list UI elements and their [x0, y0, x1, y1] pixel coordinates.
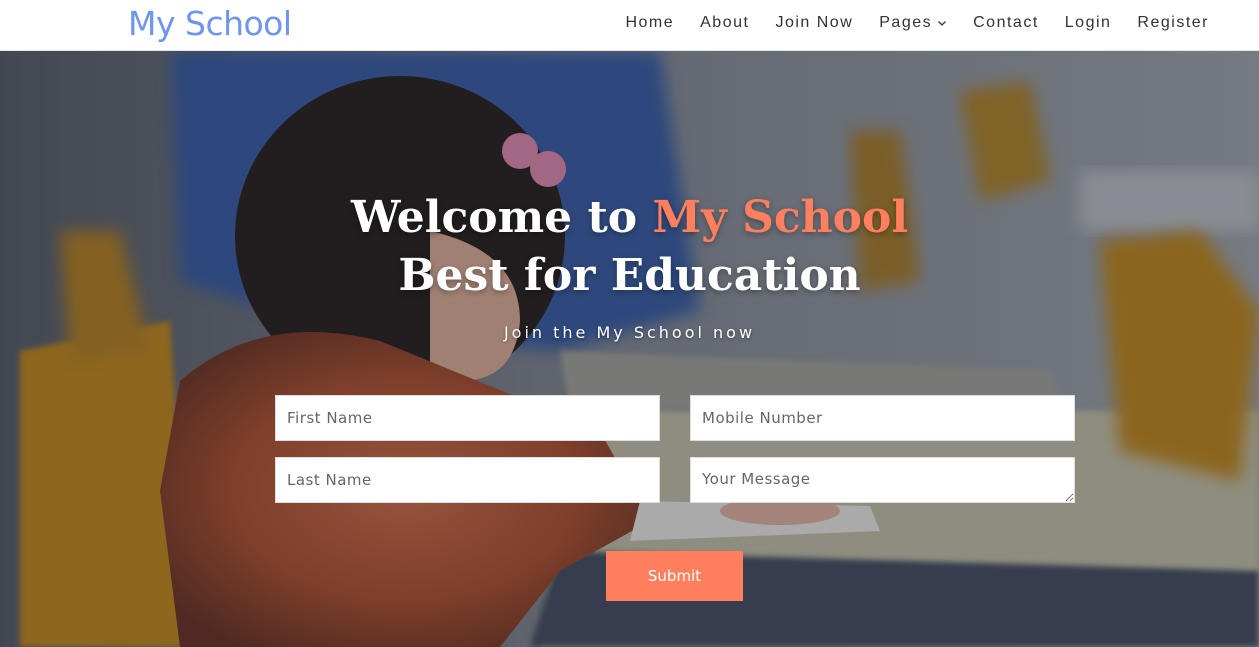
- nav-login[interactable]: Login: [1065, 14, 1112, 32]
- hero-headline: Welcome to My School Best for Education: [0, 189, 1259, 305]
- submit-button[interactable]: Submit: [606, 551, 743, 601]
- nav-about[interactable]: About: [700, 14, 749, 32]
- nav-contact[interactable]: Contact: [973, 14, 1039, 32]
- first-name-input[interactable]: [275, 395, 660, 441]
- headline-prefix: Welcome to: [350, 192, 653, 243]
- nav-pages-label: Pages: [879, 14, 933, 31]
- last-name-input[interactable]: [275, 457, 660, 503]
- nav-home[interactable]: Home: [625, 14, 674, 32]
- main-nav: Home About Join Now Pages Contact Login …: [599, 0, 1209, 46]
- hero-subtitle: Join the My School now: [503, 323, 756, 342]
- brand-logo[interactable]: My School: [128, 4, 292, 43]
- hero-section: Welcome to My School Best for Education …: [0, 51, 1259, 647]
- nav-register[interactable]: Register: [1137, 14, 1209, 32]
- mobile-number-input[interactable]: [690, 395, 1075, 441]
- top-navbar: My School Home About Join Now Pages Cont…: [0, 0, 1259, 51]
- nav-join-now[interactable]: Join Now: [775, 14, 853, 32]
- headline-line2: Best for Education: [398, 250, 861, 301]
- message-textarea[interactable]: [690, 457, 1075, 503]
- nav-pages-dropdown[interactable]: Pages: [879, 14, 947, 32]
- headline-accent: My School: [652, 192, 909, 243]
- chevron-down-icon: [938, 21, 947, 26]
